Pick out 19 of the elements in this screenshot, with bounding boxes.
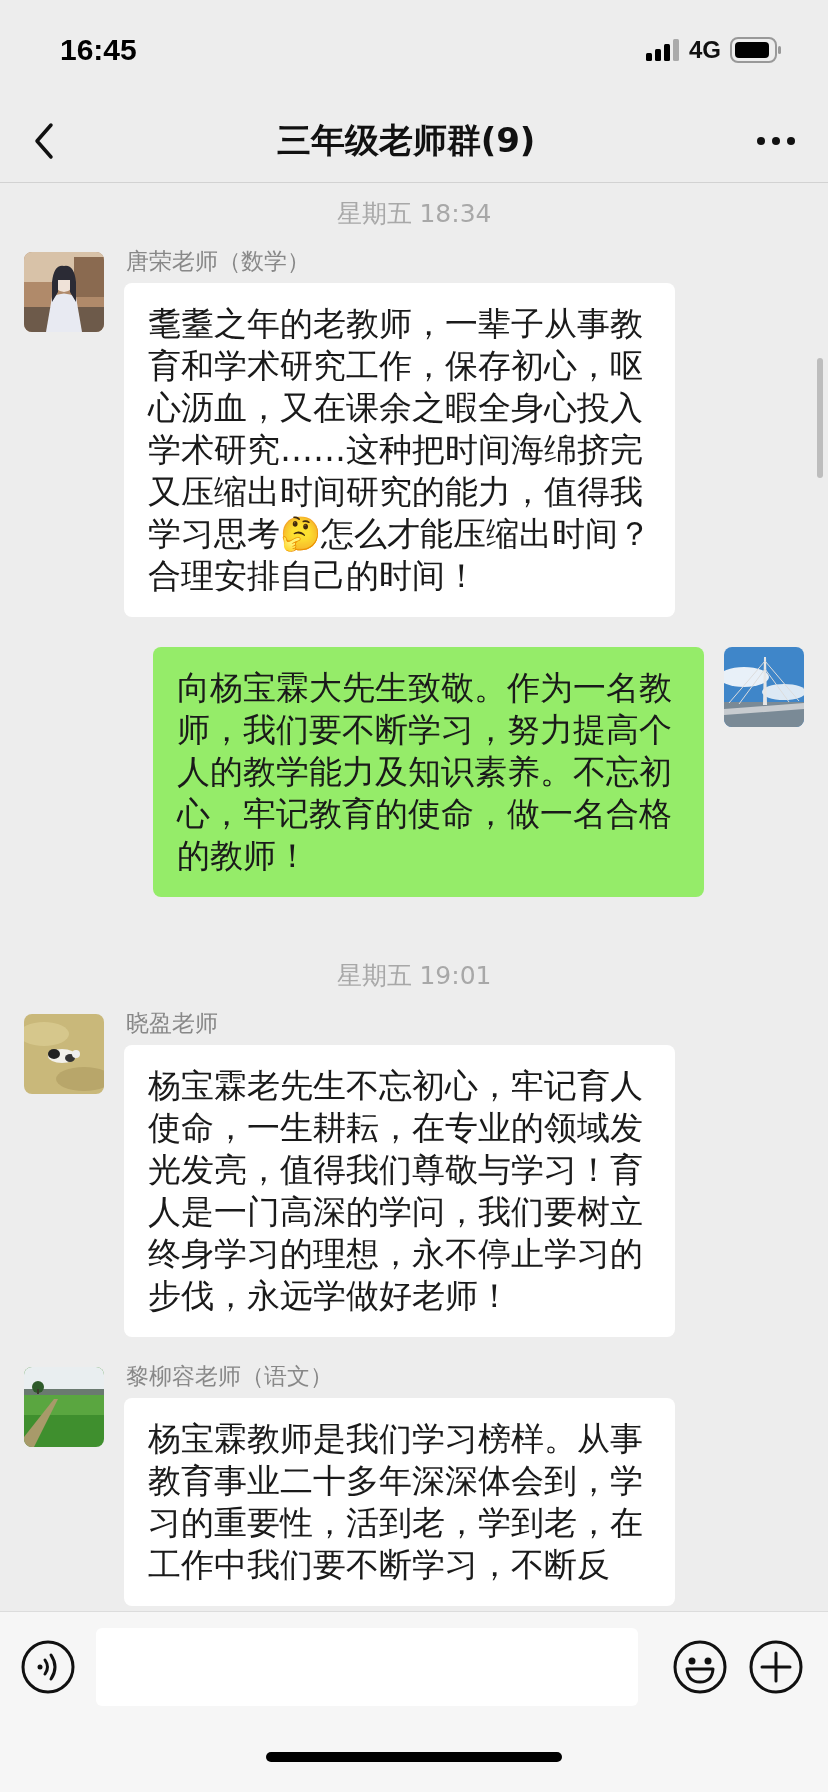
back-icon[interactable] [32, 121, 56, 161]
sender-name: 晓盈老师 [126, 1009, 218, 1038]
plus-icon[interactable] [748, 1639, 804, 1695]
voice-icon[interactable] [20, 1639, 76, 1695]
sender-name: 唐荣老师（数学） [126, 247, 310, 276]
status-time: 16:45 [60, 33, 137, 67]
signal-icon [646, 39, 680, 61]
battery-icon [730, 37, 782, 63]
message-bubble: 杨宝霖老先生不忘初心，牢记育人使命，一生耕耘，在专业的领域发光发亮，值得我们尊敬与学习！育人是一门高深的学问，我们要树立终身学习的理想，永不停止学习的步伐，永远学做好老师！ [124, 1045, 675, 1337]
sender-name: 黎柳容老师（语文） [126, 1362, 333, 1391]
timestamp: 星期五 18:34 [336, 198, 492, 230]
message-bubble: 杨宝霖教师是我们学习榜样。从事教育事业二十多年深深体会到，学习的重要性，活到老，学到老，在工作中我们要不断学习，不断反 [124, 1398, 675, 1606]
chat-title: 三年级老师群(9) [276, 119, 536, 162]
emoji-icon[interactable] [672, 1639, 728, 1695]
more-icon[interactable] [756, 136, 796, 146]
timestamp: 星期五 19:01 [336, 960, 492, 992]
network-label: 4G [689, 36, 721, 64]
message-bubble: 向杨宝霖大先生致敬。作为一名教师，我们要不断学习，努力提高个人的教学能力及知识素养。不忘初心，牢记教育的使命，做一名合格的教师！ [153, 647, 704, 897]
message-bubble: 耄耋之年的老教师，一辈子从事教育和学术研究工作，保存初心，呕心沥血，又在课余之暇全身心投入学术研究……这种把时间海绵挤完又压缩出时间研究的能力，值得我学习思考🤔怎么才能压缩出时间？合理安排自己的时间！ [124, 283, 675, 617]
